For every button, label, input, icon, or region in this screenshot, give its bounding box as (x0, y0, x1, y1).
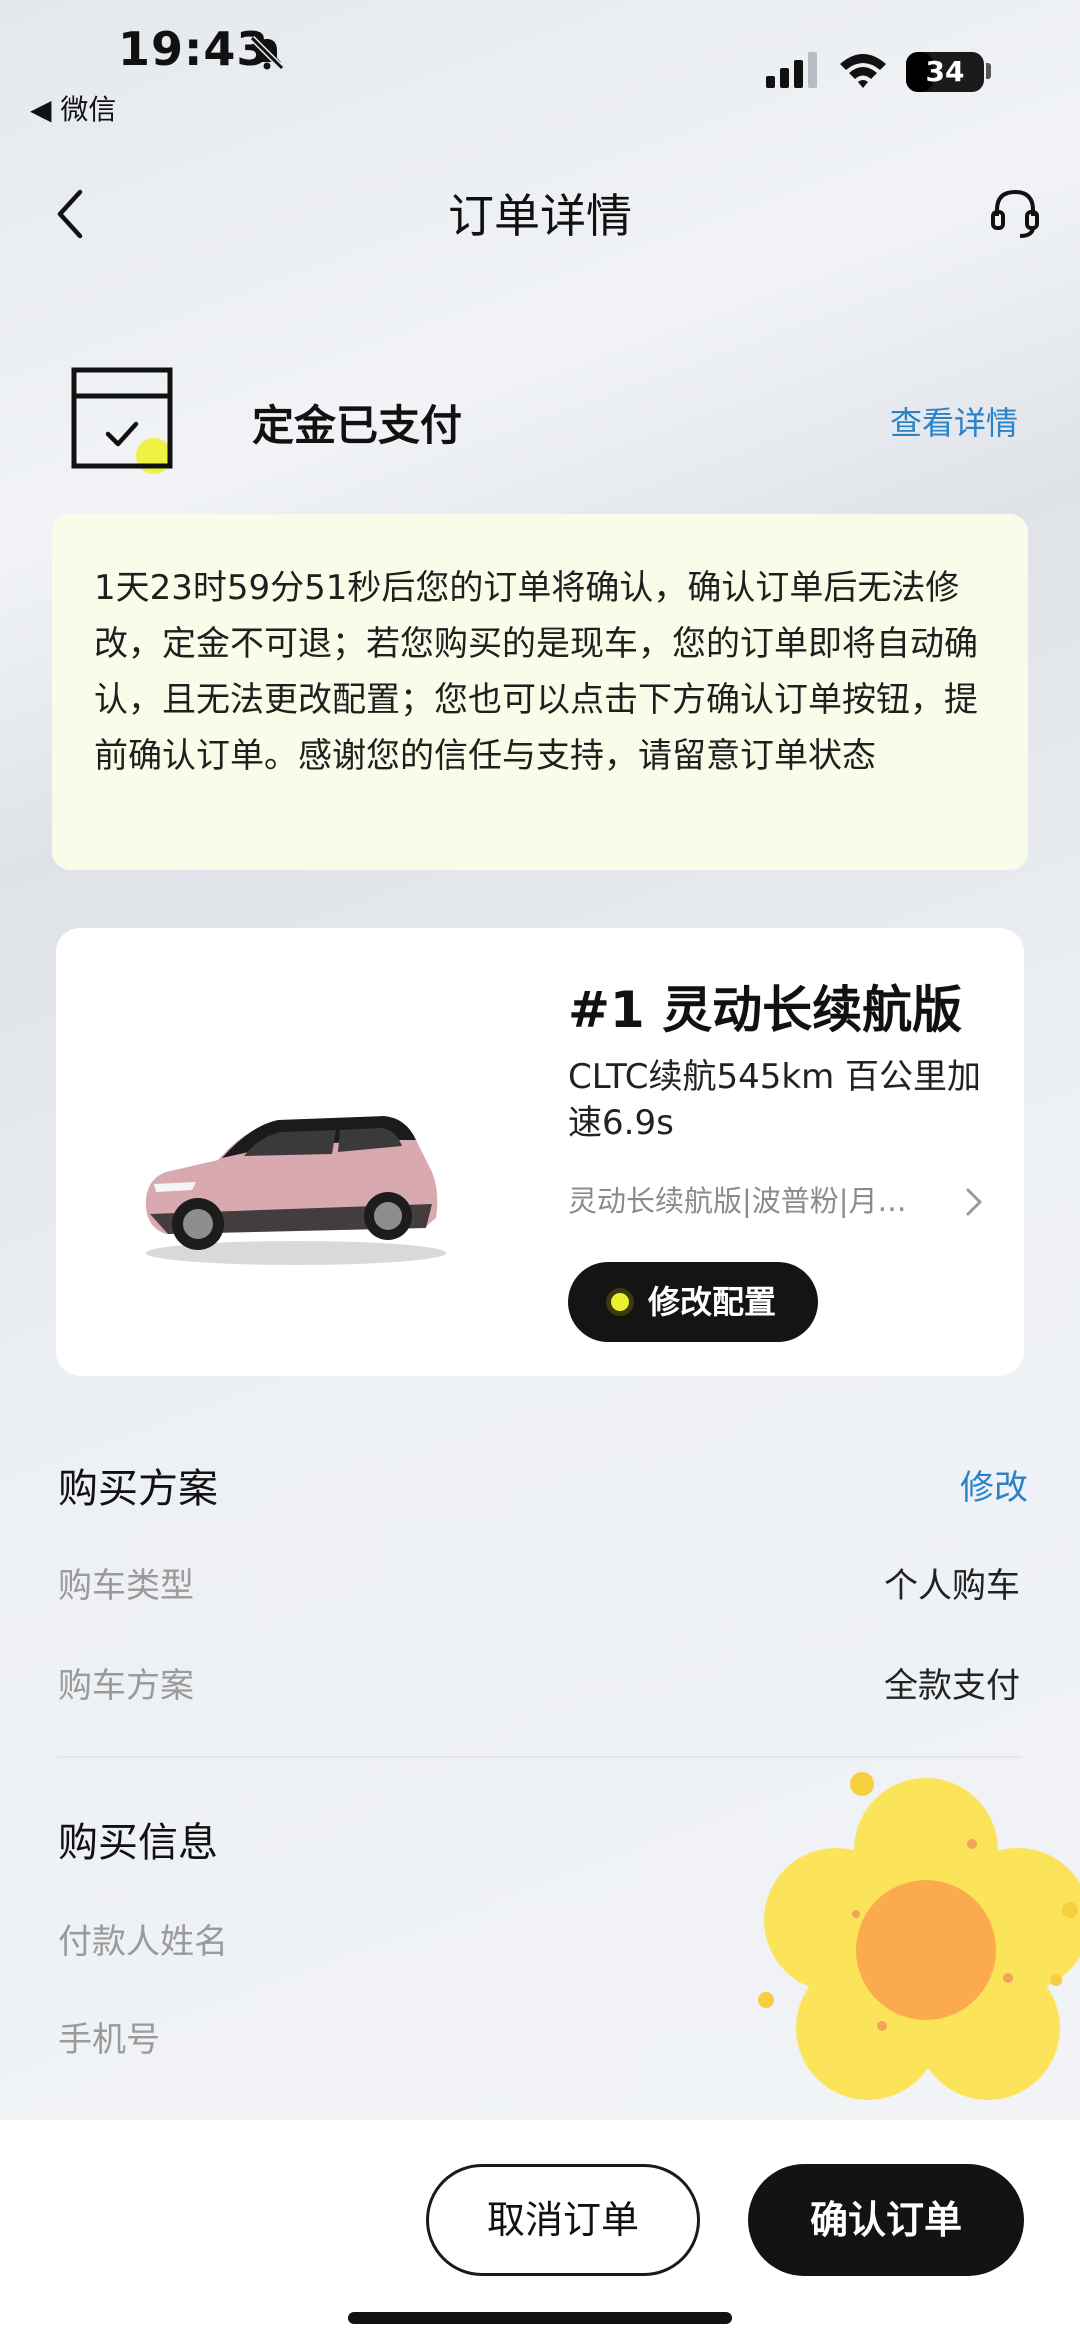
car-spec-description: CLTC续航545km 百公里加速6.9s (568, 1057, 982, 1143)
modify-config-label: 修改配置 (648, 1283, 777, 1321)
status-time: 19:43 (118, 22, 270, 76)
purchase-plan-edit-link[interactable]: 修改 (960, 1460, 1028, 1509)
battery-nub (986, 63, 991, 79)
view-details-link[interactable]: 查看详情 (890, 398, 1018, 444)
payment-plan-label: 购车方案 (58, 1666, 194, 1706)
section-divider (58, 1756, 1022, 1758)
car-image (145, 1116, 446, 1265)
purchase-type-value: 个人购车 (884, 1566, 1020, 1606)
payment-plan-value: 全款支付 (884, 1666, 1020, 1706)
cancel-order-button[interactable]: 取消订单 (426, 2164, 700, 2276)
car-model-title: #1 灵动长续航版 (568, 981, 963, 1039)
notice-text: 1天23时59分51秒后您的订单将确认，确认订单后无法修改，定金不可退；若您购买… (94, 568, 978, 776)
wifi-icon (840, 54, 886, 88)
deposit-paid-icon (71, 367, 173, 474)
modify-config-button[interactable]: 修改配置 (568, 1262, 818, 1342)
purchase-plan-title: 购买方案 (58, 1466, 218, 1512)
payer-name-label: 付款人姓名 (58, 1922, 228, 1962)
modify-dot-icon (606, 1288, 634, 1316)
order-status-title: 定金已支付 (252, 401, 463, 450)
purchase-type-label: 购车类型 (58, 1566, 194, 1606)
signal-icon (766, 52, 817, 88)
home-indicator[interactable] (348, 2312, 732, 2324)
purchase-info-title: 购买信息 (58, 1820, 218, 1866)
battery-percent: 34 (925, 55, 965, 88)
car-config-summary[interactable]: 灵动长续航版|波普粉|月… (568, 1178, 948, 1220)
battery-indicator: 34 (906, 52, 984, 92)
back-to-app-link[interactable]: ◀ 微信 (30, 88, 116, 128)
page-title: 订单详情 (448, 189, 632, 243)
confirm-order-button[interactable]: 确认订单 (748, 2164, 1024, 2276)
chevron-right-icon[interactable] (964, 1186, 984, 1218)
bell-muted-icon (249, 35, 285, 71)
customer-service-headset-icon[interactable] (990, 186, 1040, 240)
order-confirm-notice: 1天23时59分51秒后您的订单将确认，确认订单后无法修改，定金不可退；若您购买… (52, 514, 1028, 870)
bottom-action-bar: 取消订单 确认订单 (0, 2120, 1080, 2341)
phone-label: 手机号 (58, 2020, 160, 2060)
car-card[interactable]: #1 灵动长续航版 CLTC续航545km 百公里加速6.9s 灵动长续航版|波… (56, 928, 1024, 1376)
flower-sticker-icon (758, 1772, 1080, 2100)
